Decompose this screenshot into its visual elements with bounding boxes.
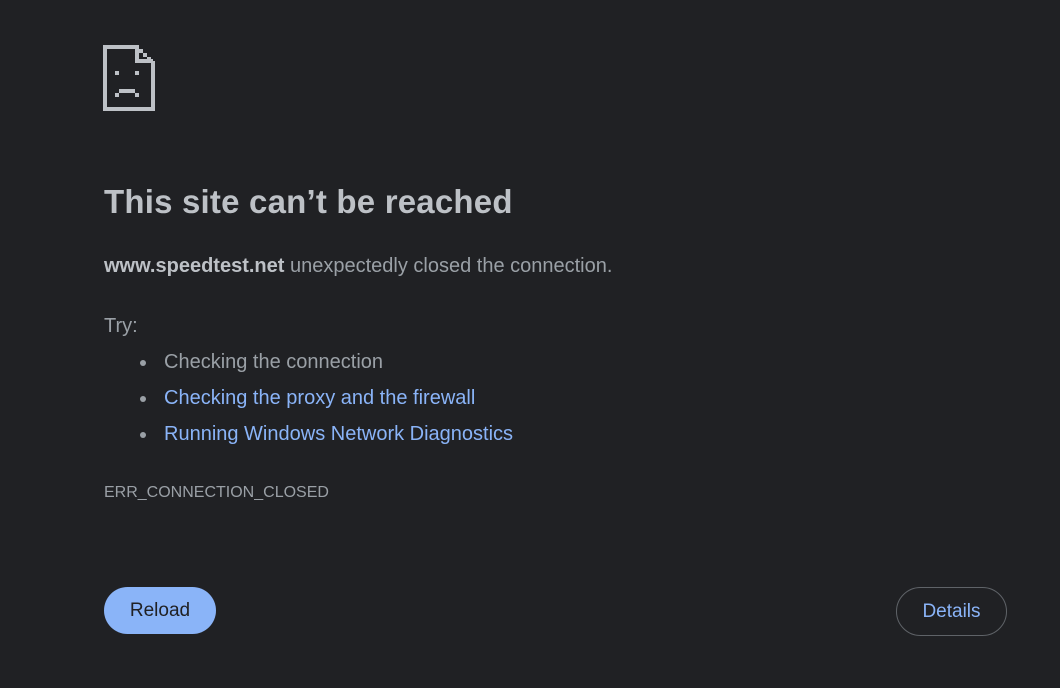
suggestion-check-proxy-firewall: Checking the proxy and the firewall: [140, 380, 513, 416]
details-button[interactable]: Details: [896, 587, 1007, 636]
suggestion-check-connection: Checking the connection: [140, 344, 513, 380]
reload-button[interactable]: Reload: [104, 587, 216, 634]
sad-document-icon: [103, 45, 155, 111]
error-page: This site can’t be reached www.speedtest…: [0, 0, 1060, 688]
suggestion-network-diagnostics: Running Windows Network Diagnostics: [140, 416, 513, 452]
try-label: Try:: [104, 315, 138, 337]
host-name: www.speedtest.net: [104, 255, 285, 277]
error-message: unexpectedly closed the connection.: [284, 255, 613, 277]
error-code: ERR_CONNECTION_CLOSED: [104, 484, 329, 501]
suggestions-list: Checking the connection Checking the pro…: [140, 344, 513, 452]
check-proxy-firewall-link[interactable]: Checking the proxy and the firewall: [164, 387, 475, 409]
network-diagnostics-link[interactable]: Running Windows Network Diagnostics: [164, 423, 513, 445]
suggestion-label: Checking the connection: [164, 351, 384, 373]
error-summary: www.speedtest.net unexpectedly closed th…: [104, 255, 612, 278]
page-title: This site can’t be reached: [104, 183, 513, 220]
